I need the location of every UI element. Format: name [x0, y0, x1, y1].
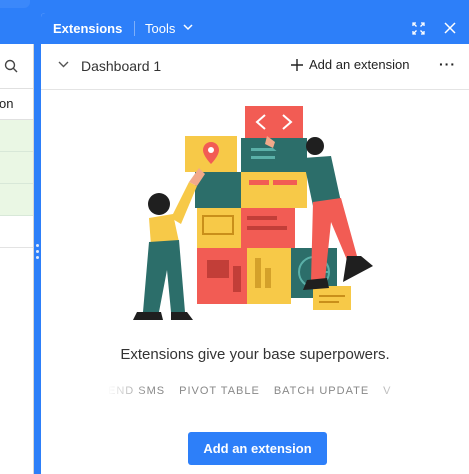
extensions-panel: Extensions Tools Dashboard 1 Add an exte… — [41, 13, 469, 474]
tab-tools[interactable]: Tools — [145, 21, 175, 36]
tab-separator — [134, 21, 135, 36]
marquee-fade-right — [368, 385, 408, 401]
add-extension-cta-button[interactable]: Add an extension — [188, 432, 327, 465]
marquee-item: PIVOT TABLE — [179, 385, 260, 397]
plus-icon — [291, 58, 303, 71]
empty-state-tagline: Extensions give your base superpowers. — [120, 346, 390, 363]
panel-resize-handle[interactable] — [34, 244, 40, 264]
extensions-illustration — [133, 106, 373, 320]
extensions-topbar: Extensions Tools — [41, 13, 469, 44]
grid-cell[interactable] — [0, 184, 33, 216]
grid-search-row — [0, 44, 33, 89]
dashboard-header: Dashboard 1 Add an extension ··· — [41, 44, 469, 90]
grid-cell[interactable] — [0, 152, 33, 184]
expand-icon[interactable] — [412, 22, 425, 35]
marquee-item: BATCH UPDATE — [273, 385, 370, 397]
dashboard-title[interactable]: Dashboard 1 — [81, 58, 161, 74]
grid-cell[interactable] — [0, 120, 33, 152]
extension-types-marquee: END SMSPIVOT TABLEBATCH UPDATEV — [108, 385, 408, 401]
tab-extensions[interactable]: Extensions — [53, 21, 122, 36]
top-tab-fragment — [0, 0, 30, 8]
chevron-down-icon[interactable] — [183, 24, 193, 31]
search-icon[interactable] — [4, 59, 18, 73]
add-extension-button[interactable]: Add an extension — [291, 57, 409, 72]
more-options-button[interactable]: ··· — [439, 56, 456, 72]
add-extension-label: Add an extension — [309, 57, 410, 72]
grid-view-panel: on — [0, 44, 34, 474]
close-icon[interactable] — [444, 22, 456, 34]
marquee-fade-left — [108, 385, 148, 401]
grid-cell[interactable] — [0, 216, 33, 248]
column-header[interactable]: on — [0, 89, 33, 120]
chevron-down-icon[interactable] — [58, 61, 69, 68]
